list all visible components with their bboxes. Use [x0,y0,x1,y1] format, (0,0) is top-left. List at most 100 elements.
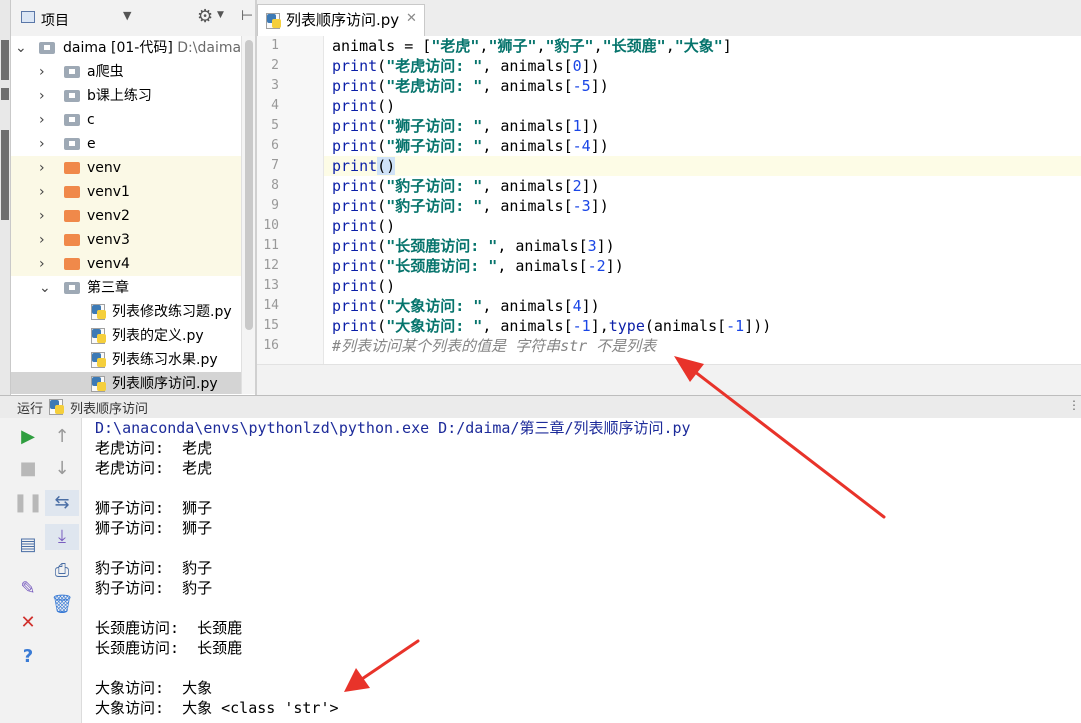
structure-tool-tab[interactable] [1,130,9,220]
tree-item-file[interactable]: 列表的定义.py [11,324,241,348]
code-line[interactable]: print("老虎访问: ", animals[-5]) [332,76,609,96]
tree-item-file[interactable]: 列表练习水果.py [11,348,241,372]
chevron-down-icon[interactable]: ⌄ [15,36,27,60]
code-line[interactable]: print("豹子访问: ", animals[2]) [332,176,600,196]
pause-icon[interactable]: ❚❚ [11,490,45,516]
stop-icon[interactable]: ■ [11,456,45,482]
code-line[interactable]: print("大象访问: ", animals[4]) [332,296,600,316]
project-icon [21,11,35,23]
line-number: 6 [271,138,279,153]
pin-icon[interactable]: ✎ [11,576,45,602]
tree-item-label: venv2 [87,208,130,224]
code-line[interactable]: animals = ["老虎","狮子","豹子","长颈鹿","大象"] [332,36,732,56]
tree-item-venv[interactable]: › venv2 [11,204,241,228]
tree-item-folder[interactable]: › e [11,132,241,156]
close-icon[interactable]: ✕ [11,610,45,636]
folder-icon [64,90,80,102]
chevron-right-icon[interactable]: › [39,252,45,276]
tree-item-venv[interactable]: › venv4 [11,252,241,276]
code-line[interactable]: print("长颈鹿访问: ", animals[3]) [332,236,615,256]
tree-item-label: 列表练习水果.py [112,352,218,368]
tree-item-venv[interactable]: › venv3 [11,228,241,252]
chevron-right-icon[interactable]: › [39,60,45,84]
scroll-to-end-icon[interactable]: ⤓ [45,524,79,550]
tree-item-label: 第三章 [87,280,129,296]
run-toolbar-secondary: ↑ ↓ ⇆ ⤓ ⎙ 🗑 [45,418,82,723]
console-command-line: D:\anaconda\envs\pythonlzd\python.exe D:… [95,419,691,437]
tree-item-folder[interactable]: › b课上练习 [11,84,241,108]
code-line[interactable]: print("长颈鹿访问: ", animals[-2]) [332,256,624,276]
editor-tab[interactable]: 列表顺序访问.py ✕ [257,4,425,37]
editor-footer [257,364,1081,396]
code-line[interactable]: print("豹子访问: ", animals[-3]) [332,196,609,216]
run-panel-label[interactable]: 运行 [17,398,43,417]
code-editor[interactable]: animals = ["老虎","狮子","豹子","长颈鹿","大象"] pr… [324,36,1081,364]
chevron-right-icon[interactable]: › [39,228,45,252]
gear-icon[interactable]: ⚙ [197,6,213,27]
console-line: 大象访问: 大象 <class 'str'> [95,699,339,717]
chevron-down-icon[interactable]: ⌄ [39,276,51,300]
code-line[interactable]: print() [332,276,395,296]
arrow-up-icon[interactable]: ↑ [45,424,79,450]
project-panel-title[interactable]: 项目 [41,10,69,30]
tree-item-label: 列表修改练习题.py [112,304,232,320]
console-line: 老虎访问: 老虎 [95,459,213,477]
panel-options-icon[interactable]: ⋮ [1068,398,1080,412]
chevron-down-icon[interactable]: ▼ [217,10,224,20]
soft-wrap-icon[interactable]: ⇆ [45,490,79,516]
scrollbar-thumb[interactable] [245,40,253,330]
line-number: 5 [271,118,279,133]
chevron-right-icon[interactable]: › [39,204,45,228]
project-tool-tab[interactable] [1,40,9,80]
chevron-right-icon[interactable]: › [39,156,45,180]
layout-icon[interactable]: ▤ [11,532,45,558]
tree-item-label: daima [01-代码] [63,40,173,56]
run-config-name[interactable]: 列表顺序访问 [70,398,148,417]
console-line: 大象访问: 大象 [95,679,213,697]
venv-folder-icon [64,186,80,198]
code-line[interactable]: print() [332,216,395,236]
folder-icon [64,114,80,126]
rerun-icon[interactable]: ▶ [11,424,45,450]
code-line[interactable]: print("大象访问: ", animals[-1],type(animals… [332,316,771,336]
line-number-gutter: 1 2 3 4 5 6 7 8 9 10 11 12 13 14 15 16 [257,36,324,364]
code-line[interactable]: print() [332,96,395,116]
project-panel-header: 项目 ▼ ⚙ ▼ ⊢ [11,0,255,37]
current-line-highlight [324,156,1081,176]
tab-label: 列表顺序访问.py [286,11,400,29]
chevron-right-icon[interactable]: › [39,180,45,204]
print-icon[interactable]: ⎙ [45,558,79,584]
tree-item-folder[interactable]: › c [11,108,241,132]
code-line[interactable]: print("狮子访问: ", animals[-4]) [332,136,609,156]
tree-item-path: D:\daima [177,40,241,56]
tree-item-label: venv4 [87,256,130,272]
tree-item-venv[interactable]: › venv [11,156,241,180]
close-icon[interactable]: ✕ [406,11,417,26]
run-panel-header: 运行 列表顺序访问 ⋮ [0,395,1081,419]
left-tool-strip [0,0,11,395]
help-icon[interactable]: ? [11,644,45,670]
chevron-right-icon[interactable]: › [39,132,45,156]
console-output[interactable]: D:\anaconda\envs\pythonlzd\python.exe D:… [82,418,1081,723]
tree-item-venv[interactable]: › venv1 [11,180,241,204]
chevron-down-icon[interactable]: ▼ [123,9,131,22]
tree-item-file[interactable]: 列表修改练习题.py [11,300,241,324]
code-line[interactable]: #列表访问某个列表的值是 字符串str 不是列表 [332,336,656,356]
tree-item-folder[interactable]: ⌄ 第三章 [11,276,241,300]
code-line[interactable]: print() [332,156,396,176]
tree-item-root[interactable]: ⌄ daima [01-代码] D:\daima [11,36,241,60]
line-number: 2 [271,58,279,73]
arrow-down-icon[interactable]: ↓ [45,456,79,482]
chevron-right-icon[interactable]: › [39,108,45,132]
venv-folder-icon [64,258,80,270]
tree-item-file-selected[interactable]: 列表顺序访问.py [11,372,241,394]
tree-item-folder[interactable]: › a爬虫 [11,60,241,84]
hide-panel-icon[interactable]: ⊢ [241,8,253,24]
line-number: 8 [271,178,279,193]
tree-scrollbar[interactable] [241,36,256,394]
chevron-right-icon[interactable]: › [39,84,45,108]
code-line[interactable]: print("老虎访问: ", animals[0]) [332,56,600,76]
trash-icon[interactable]: 🗑 [45,592,79,618]
line-number: 1 [271,38,279,53]
code-line[interactable]: print("狮子访问: ", animals[1]) [332,116,600,136]
